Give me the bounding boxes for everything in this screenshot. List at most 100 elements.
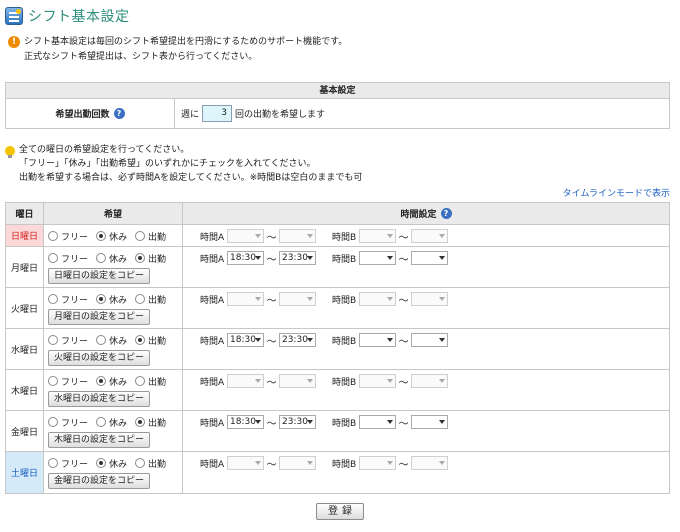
radio-free[interactable]: フリー: [48, 252, 88, 265]
copy-previous-day-button[interactable]: 月曜日の設定をコピー: [48, 309, 151, 325]
radio-off-circle[interactable]: [96, 253, 107, 263]
time-a-label: 時間A: [200, 295, 225, 306]
radio-off[interactable]: 休み: [96, 416, 127, 429]
time-select[interactable]: [279, 456, 316, 470]
radio-free-circle[interactable]: [48, 376, 58, 386]
time-select[interactable]: 23:30: [279, 333, 316, 347]
radio-free[interactable]: フリー: [48, 230, 88, 243]
copy-previous-day-button[interactable]: 木曜日の設定をコピー: [48, 432, 151, 448]
timeline-mode-link[interactable]: タイムラインモードで表示: [563, 186, 670, 199]
copy-previous-day-button[interactable]: 火曜日の設定をコピー: [48, 350, 151, 366]
radio-free[interactable]: フリー: [48, 457, 88, 470]
radio-off[interactable]: 休み: [96, 334, 127, 347]
day-row: 木曜日 フリー 休み 出勤 水曜日の設定をコピー 時間A 〜 時間B 〜: [6, 370, 669, 411]
radio-free-circle[interactable]: [48, 417, 58, 427]
radio-work[interactable]: 出勤: [135, 416, 166, 429]
radio-work[interactable]: 出勤: [135, 293, 166, 306]
day-name: 火曜日: [6, 288, 44, 328]
time-select[interactable]: 18:30: [227, 333, 264, 347]
weekly-shift-count-input[interactable]: 3: [202, 105, 233, 122]
radio-off-circle[interactable]: [96, 376, 107, 386]
radio-free-circle[interactable]: [48, 335, 58, 345]
time-select[interactable]: [227, 229, 264, 243]
time-select[interactable]: [359, 251, 396, 265]
info-icon: !: [8, 36, 20, 48]
radio-work-label: 出勤: [148, 418, 167, 429]
time-select[interactable]: [359, 415, 396, 429]
time-select[interactable]: [359, 456, 396, 470]
radio-work-circle[interactable]: [135, 231, 146, 241]
time-select[interactable]: [359, 374, 396, 388]
radio-work-circle[interactable]: [135, 253, 146, 263]
time-select[interactable]: [279, 229, 316, 243]
copy-previous-day-button[interactable]: 日曜日の設定をコピー: [48, 268, 151, 284]
page-title: シフト基本設定: [28, 9, 130, 25]
copy-previous-day-button[interactable]: 金曜日の設定をコピー: [48, 473, 151, 489]
radio-off-circle[interactable]: [96, 417, 107, 427]
time-select[interactable]: [359, 292, 396, 306]
time-select[interactable]: [227, 456, 264, 470]
register-button[interactable]: 登録: [316, 503, 364, 520]
radio-work-circle[interactable]: [135, 335, 146, 345]
radio-free[interactable]: フリー: [48, 334, 88, 347]
radio-work-circle[interactable]: [135, 417, 146, 427]
time-select[interactable]: [411, 292, 448, 306]
radio-work[interactable]: 出勤: [135, 252, 166, 265]
radio-free-circle[interactable]: [48, 253, 58, 263]
time-select[interactable]: [411, 251, 448, 265]
time-select[interactable]: [359, 333, 396, 347]
radio-work-circle[interactable]: [135, 376, 146, 386]
time-select[interactable]: [411, 333, 448, 347]
time-select[interactable]: 23:30: [279, 415, 316, 429]
time-cell: 時間A 〜 時間B 〜: [183, 288, 669, 328]
time-select[interactable]: [227, 374, 264, 388]
tilde: 〜: [398, 418, 409, 430]
chevron-down-icon: [307, 379, 313, 383]
time-b-label: 時間B: [332, 336, 357, 347]
radio-work[interactable]: 出勤: [135, 334, 166, 347]
radio-off-circle[interactable]: [96, 335, 107, 345]
day-row: 月曜日 フリー 休み 出勤 日曜日の設定をコピー 時間A 18:30 〜 23:…: [6, 247, 669, 288]
time-select[interactable]: [359, 229, 396, 243]
radio-off-circle[interactable]: [96, 458, 107, 468]
time-help-icon[interactable]: ?: [440, 208, 452, 219]
time-select[interactable]: [279, 292, 316, 306]
radio-free[interactable]: フリー: [48, 416, 88, 429]
copy-previous-day-button[interactable]: 水曜日の設定をコピー: [48, 391, 151, 407]
help-icon[interactable]: ?: [113, 108, 125, 119]
radio-free-circle[interactable]: [48, 294, 58, 304]
col-time-header: 時間設定 ?: [183, 203, 669, 224]
radio-free-circle[interactable]: [48, 231, 58, 241]
weekly-prefix: 週に: [181, 110, 200, 120]
time-select[interactable]: [411, 374, 448, 388]
chevron-down-icon: [307, 420, 313, 424]
radio-work[interactable]: 出勤: [135, 457, 166, 470]
radio-work[interactable]: 出勤: [135, 375, 166, 388]
radio-free-circle[interactable]: [48, 458, 58, 468]
chevron-down-icon: [307, 338, 313, 342]
time-select[interactable]: 18:30: [227, 251, 264, 265]
radio-free[interactable]: フリー: [48, 293, 88, 306]
radio-off-label: 休み: [109, 336, 128, 347]
radio-off-circle[interactable]: [96, 294, 107, 304]
radio-off[interactable]: 休み: [96, 375, 127, 388]
weekly-suffix: 回の出勤を希望します: [235, 110, 326, 120]
time-select[interactable]: [411, 229, 448, 243]
radio-free[interactable]: フリー: [48, 375, 88, 388]
time-select[interactable]: [279, 374, 316, 388]
time-select[interactable]: [227, 292, 264, 306]
radio-off[interactable]: 休み: [96, 252, 127, 265]
radio-off[interactable]: 休み: [96, 457, 127, 470]
radio-off-circle[interactable]: [96, 231, 107, 241]
radio-off[interactable]: 休み: [96, 293, 127, 306]
time-select[interactable]: [411, 415, 448, 429]
radio-free-label: フリー: [61, 418, 89, 429]
time-select[interactable]: [411, 456, 448, 470]
time-select[interactable]: 18:30: [227, 415, 264, 429]
radio-work-circle[interactable]: [135, 458, 146, 468]
time-select[interactable]: 23:30: [279, 251, 316, 265]
radio-work-circle[interactable]: [135, 294, 146, 304]
radio-off[interactable]: 休み: [96, 230, 127, 243]
radio-work[interactable]: 出勤: [135, 230, 166, 243]
time-select-value: 23:30: [282, 417, 308, 427]
